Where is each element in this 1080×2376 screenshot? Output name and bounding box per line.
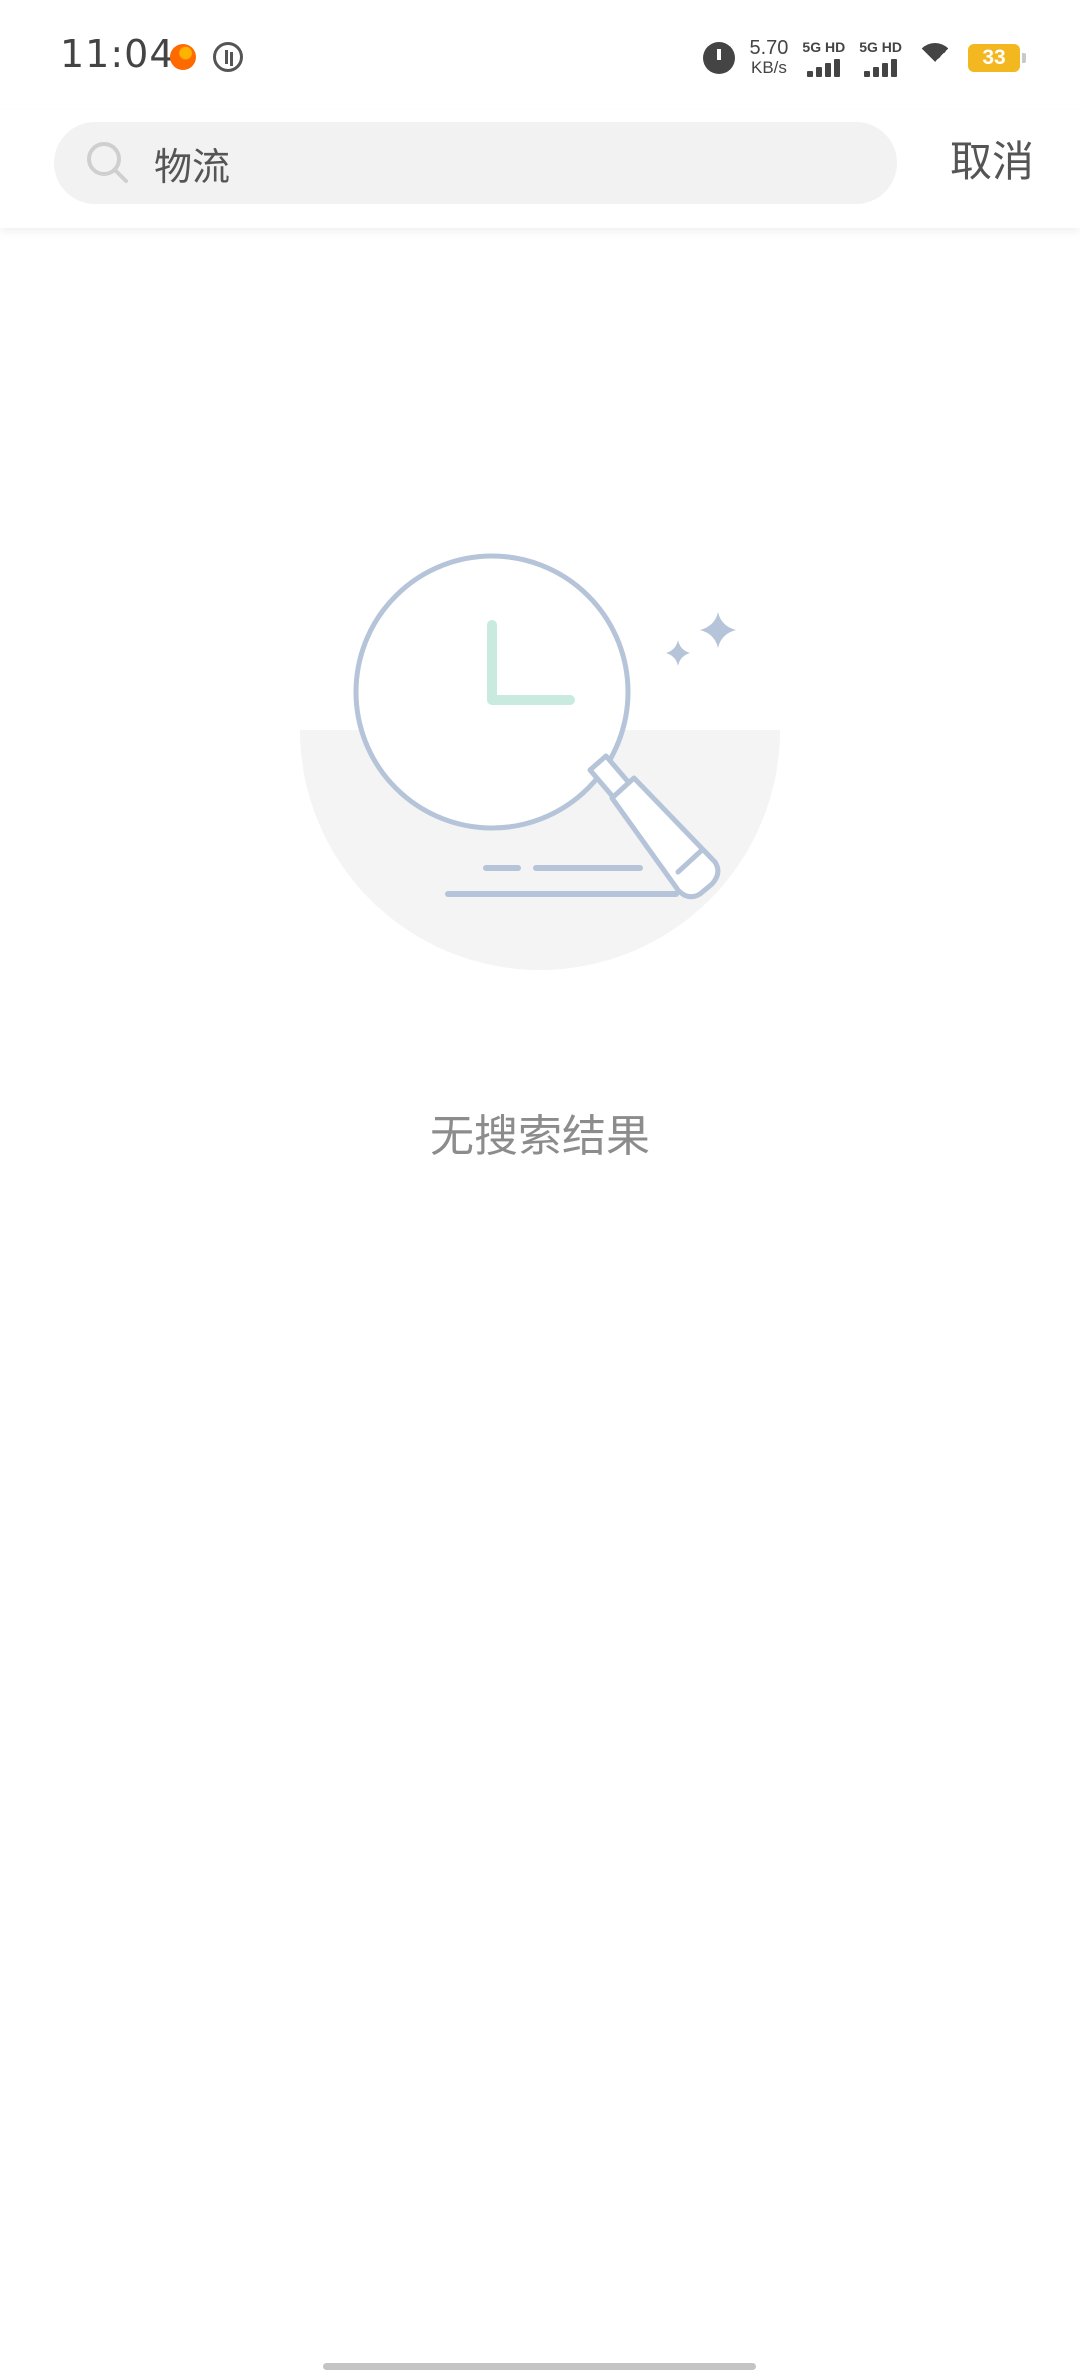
- home-indicator[interactable]: [323, 2363, 756, 2370]
- network-speed-unit: KB/s: [750, 58, 787, 77]
- app-notification-icon-2: [213, 42, 243, 72]
- signal-bars-icon: [864, 59, 898, 77]
- network-speed-value: 5.70: [749, 37, 789, 59]
- battery-icon: 33: [968, 44, 1026, 72]
- search-icon: [87, 142, 128, 183]
- sim1-signal: 5G HD: [802, 39, 845, 77]
- app-notification-icon: [170, 44, 196, 70]
- search-input[interactable]: [154, 122, 854, 204]
- sim2-signal: 5G HD: [859, 39, 902, 77]
- no-results-illustration: [300, 553, 780, 970]
- sparkle-icon: [700, 612, 736, 648]
- search-header: 取消: [0, 110, 1080, 228]
- sim1-label: 5G HD: [802, 39, 846, 55]
- wifi-icon: [916, 43, 954, 73]
- network-speed: 5.70 KB/s: [749, 37, 789, 77]
- search-box[interactable]: [54, 122, 897, 204]
- sparkle-icon: [666, 640, 690, 666]
- sim2-label: 5G HD: [859, 39, 902, 55]
- cancel-button[interactable]: 取消: [950, 132, 1034, 192]
- status-time: 11:04: [60, 32, 175, 76]
- alarm-icon: [703, 42, 736, 74]
- signal-bars-icon: [807, 59, 841, 77]
- status-bar: 11:04 5.70 KB/s 5G HD 5G HD 33: [0, 0, 1080, 110]
- status-icons: 5.70 KB/s 5G HD 5G HD 33: [703, 34, 1026, 82]
- no-results-message: 无搜索结果: [430, 1111, 650, 1162]
